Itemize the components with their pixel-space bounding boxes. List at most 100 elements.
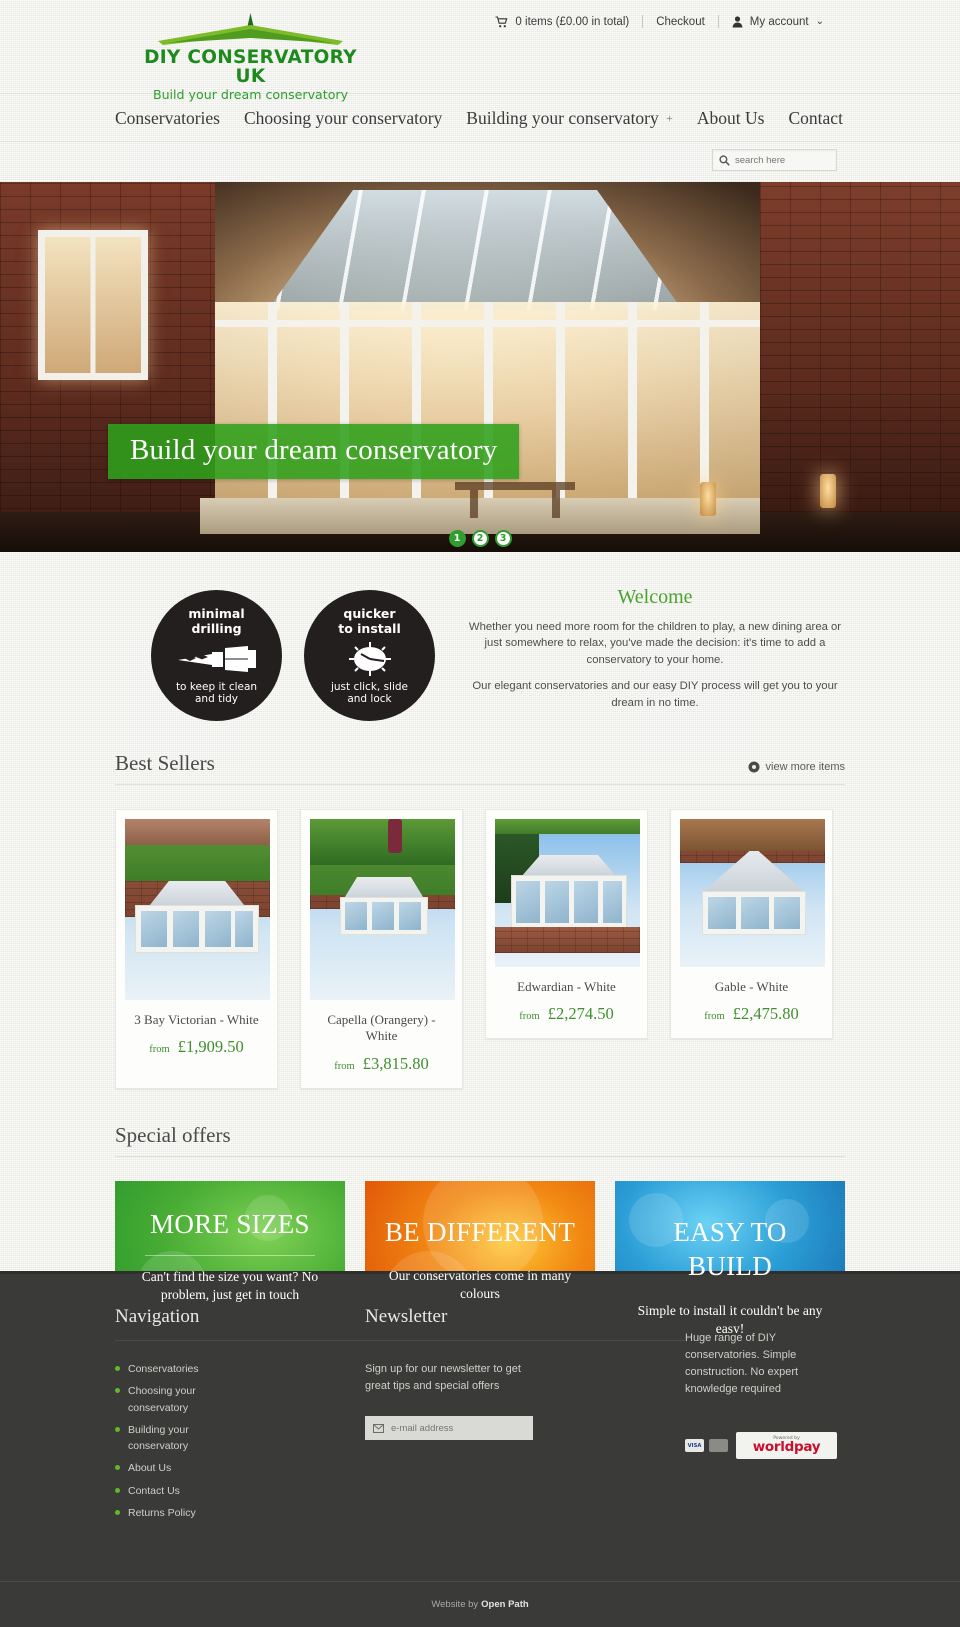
badge-title-line1: quicker	[343, 606, 396, 621]
hero-slider[interactable]: Build your dream conservatory 1 2 3	[0, 182, 960, 552]
product-price: from £2,274.50	[495, 1004, 638, 1024]
offer-title: EASY TO BUILD	[673, 1216, 787, 1282]
search-box[interactable]	[712, 149, 837, 171]
credit-company[interactable]: Open Path	[481, 1599, 529, 1610]
worldpay-name: worldpay	[752, 1439, 821, 1456]
worldpay-logo: Powered by worldpay	[736, 1432, 837, 1460]
bullet-icon	[115, 1465, 120, 1471]
visa-card-icon: VISA	[685, 1439, 704, 1453]
nav-item-about-us[interactable]: About Us	[697, 108, 765, 129]
footer-link-about-us[interactable]: About Us	[115, 1460, 365, 1476]
price-amount: £1,909.50	[177, 1037, 244, 1057]
price-prefix: from	[334, 1060, 355, 1072]
clock-icon	[348, 641, 392, 676]
bullet-icon	[115, 1487, 120, 1493]
bullet-icon	[115, 1509, 120, 1515]
hero-dot-3[interactable]: 3	[494, 530, 512, 547]
nav-label: Contact	[788, 108, 843, 128]
footer-link-label: About Us	[128, 1462, 172, 1475]
checkout-label: Checkout	[656, 15, 705, 28]
product-card[interactable]: Capella (Orangery) - White from £3,815.8…	[300, 809, 463, 1089]
badge-subtitle-line1: just click, slide	[330, 680, 409, 693]
hero-pagination: 1 2 3	[0, 530, 960, 547]
special-offers-header: Special offers	[115, 1123, 845, 1157]
badge-title-line2: drilling	[191, 620, 242, 636]
nav-label: Choosing your conservatory	[243, 108, 443, 128]
badge-subtitle-line2: and tidy	[194, 693, 238, 706]
footer-link-label: Choosing your conservatory	[128, 1385, 196, 1414]
nav-label: Building your conservatory	[466, 108, 659, 128]
product-grid: 3 Bay Victorian - White from £1,909.50 C…	[115, 809, 845, 1089]
nav-item-contact[interactable]: Contact	[789, 108, 843, 129]
payment-icons: VISA Powered by worldpay	[685, 1432, 845, 1460]
main-navigation: Conservatories Choosing your conservator…	[0, 93, 960, 142]
badge-subtitle-line2: and lock	[347, 693, 392, 706]
cart-link[interactable]: 0 items (£0.00 in total)	[482, 16, 642, 28]
expand-plus-icon[interactable]: +	[666, 111, 673, 125]
product-thumbnail	[125, 819, 270, 1000]
welcome-paragraph-1: Whether you need more room for the child…	[468, 621, 842, 666]
newsletter-signup-field[interactable]	[365, 1416, 533, 1440]
badge-title-line1: minimal	[188, 606, 245, 621]
product-name: Gable - White	[714, 979, 789, 994]
logo-name: DIY CONSERVATORY UK	[144, 47, 357, 87]
badge-subtitle: just click, slide and lock	[331, 681, 408, 706]
hero-caption: Build your dream conservatory	[108, 424, 520, 479]
product-card[interactable]: 3 Bay Victorian - White from £1,909.50	[115, 809, 278, 1089]
footer-link-contact-us[interactable]: Contact Us	[115, 1483, 365, 1499]
offer-divider	[145, 1255, 315, 1257]
view-more-items-link[interactable]: view more items	[748, 761, 845, 776]
footer-link-choosing-your-conservatory[interactable]: Choosing your conservatory	[115, 1383, 365, 1416]
footer-link-conservatories[interactable]: Conservatories	[115, 1361, 365, 1377]
hero-dot-1[interactable]: 1	[448, 530, 466, 547]
bullet-icon	[115, 1426, 120, 1432]
intro-section: minimal drilling to keep it clean and ti…	[0, 552, 960, 721]
offer-card-easy-to-build[interactable]: EASY TO BUILD Simple to install it could…	[615, 1180, 845, 1333]
offer-title: BE DIFFERENT	[384, 1216, 576, 1247]
newsletter-description: Sign up for our newsletter to get great …	[365, 1363, 521, 1392]
product-price: from £2,475.80	[680, 1004, 823, 1024]
product-name: 3 Bay Victorian - White	[134, 1012, 259, 1027]
chevron-down-icon: ⌄	[815, 16, 824, 27]
product-card[interactable]: Gable - White from £2,475.80	[670, 809, 833, 1040]
product-name: Capella (Orangery) - White	[327, 1012, 436, 1044]
search-input[interactable]	[735, 154, 830, 166]
envelope-icon	[373, 1423, 384, 1433]
product-price: from £1,909.50	[125, 1037, 268, 1057]
my-account-menu[interactable]: My account ⌄	[719, 16, 837, 28]
badge-subtitle-line1: to keep it clean	[175, 680, 258, 693]
product-thumbnail	[310, 819, 455, 1000]
eye-icon	[748, 761, 760, 773]
shopping-cart-icon	[495, 15, 508, 28]
utility-bar: 0 items (£0.00 in total) Checkout My acc…	[482, 15, 837, 28]
newsletter-email-input[interactable]	[391, 1422, 525, 1434]
bullet-icon	[115, 1388, 120, 1394]
product-price: from £3,815.80	[310, 1054, 453, 1074]
footer-link-label: Contact Us	[128, 1484, 180, 1497]
footer-link-building-your-conservatory[interactable]: Building your conservatory	[115, 1422, 365, 1455]
nav-item-conservatories[interactable]: Conservatories	[115, 108, 220, 129]
price-amount: £2,274.50	[547, 1004, 614, 1024]
header-topbar: DIY CONSERVATORY UK Build your dream con…	[0, 0, 960, 101]
product-name: Edwardian - White	[517, 979, 616, 994]
hero-dot-2[interactable]: 2	[471, 530, 489, 547]
search-icon	[719, 154, 730, 166]
product-thumbnail	[680, 819, 825, 967]
product-card[interactable]: Edwardian - White from £2,274.50	[485, 809, 648, 1040]
footer-link-returns-policy[interactable]: Returns Policy	[115, 1505, 365, 1521]
welcome-heading: Welcome	[617, 586, 693, 608]
badge-title: minimal drilling	[188, 606, 245, 637]
site-logo[interactable]: DIY CONSERVATORY UK Build your dream con…	[138, 11, 363, 102]
maestro-card-icon	[709, 1439, 728, 1453]
view-more-label: view more items	[765, 761, 845, 773]
special-offers-title: Special offers	[115, 1122, 231, 1147]
price-prefix: from	[519, 1011, 540, 1023]
checkout-link[interactable]: Checkout	[643, 16, 718, 28]
feature-badges: minimal drilling to keep it clean and ti…	[115, 580, 435, 721]
product-thumbnail	[495, 819, 640, 967]
cart-label: 0 items (£0.00 in total)	[515, 15, 630, 28]
nav-item-choosing-your-conservatory[interactable]: Choosing your conservatory	[244, 108, 442, 129]
nav-item-building-your-conservatory[interactable]: Building your conservatory +	[466, 108, 673, 129]
price-amount: £3,815.80	[362, 1053, 429, 1073]
best-sellers-header: Best Sellers view more items	[115, 751, 845, 785]
